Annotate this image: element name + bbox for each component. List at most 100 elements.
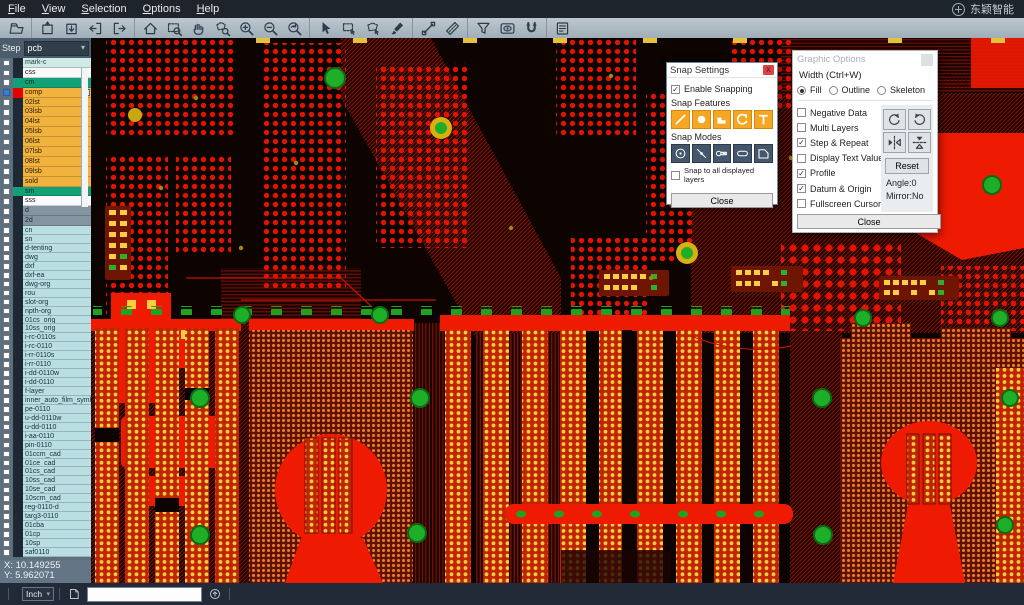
layer-visibility-checkbox[interactable] [0,316,13,325]
layer-row-sm[interactable]: sm [0,187,91,197]
layer-visibility-checkbox[interactable] [0,280,13,289]
layer-color-swatch[interactable] [13,137,23,147]
layer-visibility-checkbox[interactable] [0,351,13,360]
layer-visibility-checkbox[interactable] [0,360,13,369]
layer-row-06lst[interactable]: 06lst [0,137,91,147]
snap-settings-titlebar[interactable]: Snap Settings x [667,63,777,78]
layer-color-swatch[interactable] [13,280,23,289]
layer-color-swatch[interactable] [13,405,23,414]
layer-visibility-checkbox[interactable] [0,88,13,98]
graphic-options-titlebar[interactable]: Graphic Options [793,51,937,68]
layer-color-swatch[interactable] [13,548,23,557]
layer-visibility-checkbox[interactable] [0,307,13,316]
layer-color-swatch[interactable] [13,512,23,521]
layer-row-d[interactable]: d [0,206,91,216]
layer-color-swatch[interactable] [13,494,23,503]
toolbar-exit-in-button[interactable] [83,19,107,38]
layer-visibility-checkbox[interactable] [0,147,13,157]
layer-row-rou[interactable]: rou [0,289,91,298]
check-row-fullscreen-cursor[interactable]: Fullscreen Cursor [797,196,881,211]
layer-visibility-checkbox[interactable] [0,78,13,88]
layer-color-swatch[interactable] [13,167,23,177]
checkbox-multi-layers[interactable] [797,123,806,132]
check-row-step-repeat[interactable]: ✓Step & Repeat [797,135,881,150]
snap-text-button[interactable] [754,110,773,129]
layer-color-swatch[interactable] [13,206,23,216]
layer-visibility-checkbox[interactable] [0,548,13,557]
toolbar-measure-distance-button[interactable] [416,19,440,38]
layer-visibility-checkbox[interactable] [0,253,13,262]
layer-color-swatch[interactable] [13,107,23,117]
check-row-datum-origin[interactable]: ✓Datum & Origin [797,181,881,196]
layer-row-09lsb[interactable]: 09lsb [0,167,91,177]
layer-color-swatch[interactable] [13,485,23,494]
close-icon[interactable]: x [763,65,774,75]
menu-selection[interactable]: Selection [73,2,134,16]
layer-row-01cs_orig[interactable]: 01cs_orig [0,316,91,325]
layer-color-swatch[interactable] [13,253,23,262]
layer-row-inner_auto_film_symb[interactable]: inner_auto_film_symb [0,396,91,405]
menu-file[interactable]: File [0,2,34,16]
layer-visibility-checkbox[interactable] [0,196,13,206]
layer-visibility-checkbox[interactable] [0,187,13,197]
toolbar-zoom-out-button[interactable] [258,19,282,38]
toolbar-home-view-button[interactable] [138,19,162,38]
layer-row-u-dd-0110[interactable]: u-dd-0110 [0,423,91,432]
toolbar-select-rectangle-button[interactable] [337,19,361,38]
layer-visibility-checkbox[interactable] [0,503,13,512]
toolbar-measure-ruler-button[interactable] [440,19,464,38]
layer-row-dxf[interactable]: dxf [0,262,91,271]
snap-all-layers-checkbox-row[interactable]: Snap to all displayed layers [671,166,773,184]
toolbar-zoom-window-button[interactable] [162,19,186,38]
check-row-negative-data[interactable]: Negative Data [797,105,881,120]
layer-row-i-rc-0110s[interactable]: i-rc-0110s [0,333,91,342]
toolbar-save-file-button[interactable] [35,19,59,38]
layer-row-03lsb[interactable]: 03lsb [0,107,91,117]
layer-color-swatch[interactable] [13,78,23,88]
layer-color-swatch[interactable] [13,58,23,68]
layer-visibility-checkbox[interactable] [0,127,13,137]
layer-row-comp[interactable]: compB [0,88,91,98]
toolbar-highlight-brush-button[interactable] [385,19,409,38]
layer-color-swatch[interactable] [13,459,23,468]
layer-row-07lsb[interactable]: 07lsb [0,147,91,157]
layer-row-reg-0110-d[interactable]: reg-0110-d [0,503,91,512]
layer-visibility-checkbox[interactable] [0,476,13,485]
checkbox-step-repeat[interactable]: ✓ [797,138,806,147]
snap-intersection-button[interactable] [692,144,711,163]
layer-visibility-checkbox[interactable] [0,226,13,235]
layer-row-mark-c[interactable]: mark-c [0,58,91,68]
layer-visibility-checkbox[interactable] [0,414,13,423]
layer-color-swatch[interactable] [13,244,23,253]
layer-color-swatch[interactable] [13,539,23,548]
layer-row-pin-0110[interactable]: pin-0110 [0,441,91,450]
menu-help[interactable]: Help [189,2,228,16]
layer-visibility-checkbox[interactable] [0,423,13,432]
layer-color-swatch[interactable] [13,226,23,235]
checkbox-datum-origin[interactable]: ✓ [797,184,806,193]
layer-row-10sp[interactable]: 10sp [0,539,91,548]
layer-row-01cs_cad[interactable]: 01cs_cad [0,467,91,476]
layer-visibility-checkbox[interactable] [0,216,13,226]
layer-row-i-rc-0110[interactable]: i-rc-0110 [0,342,91,351]
layer-color-swatch[interactable] [13,387,23,396]
layer-visibility-checkbox[interactable] [0,157,13,167]
page-fold-icon[interactable] [65,586,83,602]
layer-color-swatch[interactable] [13,450,23,459]
layer-visibility-checkbox[interactable] [0,530,13,539]
layer-row-01cba[interactable]: 01cba [0,521,91,530]
layer-visibility-checkbox[interactable] [0,396,13,405]
layer-visibility-checkbox[interactable] [0,262,13,271]
layer-visibility-checkbox[interactable] [0,485,13,494]
toolbar-select-cursor-button[interactable] [313,19,337,38]
checkbox-display-text-value[interactable] [797,154,806,163]
check-row-multi-layers[interactable]: Multi Layers [797,120,881,135]
checkbox-fullscreen-cursor[interactable] [797,199,806,208]
layer-color-swatch[interactable] [13,476,23,485]
layer-row-02lst[interactable]: 02lst [0,98,91,108]
layer-color-swatch[interactable] [13,324,23,333]
layer-row-i-rr-0110[interactable]: i-rr-0110 [0,360,91,369]
radio-outline[interactable] [829,86,838,95]
layer-row-sss[interactable]: sss [0,196,91,206]
layer-visibility-checkbox[interactable] [0,405,13,414]
